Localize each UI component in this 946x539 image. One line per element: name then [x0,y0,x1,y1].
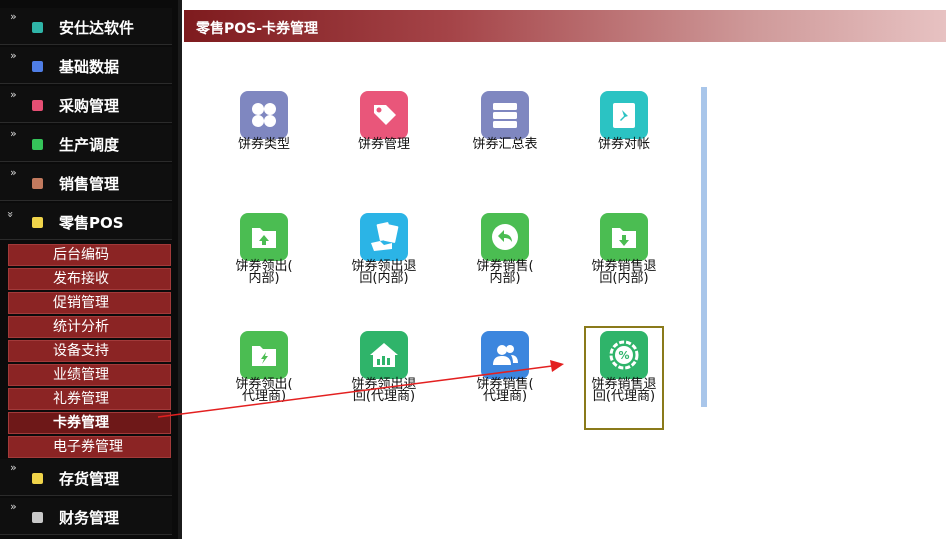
highlight-box [584,326,664,430]
pin-icon [600,91,648,139]
chevron-icon: » [10,10,17,23]
tile-sales-internal[interactable]: 饼券销售(内部) [460,213,550,289]
folder-upload-icon [240,213,288,261]
title-bar: 零售POS-卡券管理 [184,10,946,42]
module-basic-data[interactable]: » 基础数据 [0,47,172,84]
submenu-card-voucher[interactable]: 卡券管理 [8,412,171,434]
users-icon [481,331,529,379]
module-retail-pos[interactable]: » 零售POS [0,203,172,240]
module-production[interactable]: » 生产调度 [0,125,172,162]
submenu-gift-voucher[interactable]: 礼券管理 [8,388,171,410]
teal-square-icon [32,22,43,33]
module-label: 采购管理 [59,97,120,115]
module-label: 生产调度 [59,136,120,154]
module-label: 存货管理 [59,470,120,488]
submenu-backend-coding[interactable]: 后台编码 [8,244,171,266]
module-label: 零售POS [59,214,124,232]
tile-label: 饼券对帐 [597,137,650,152]
chevron-icon: » [10,88,17,101]
tile-voucher-management[interactable]: 饼券管理 [339,91,429,163]
chevron-icon: » [10,461,17,474]
server-stack-icon [481,91,529,139]
blue-square-icon [32,61,43,72]
yellow-square-icon [32,473,43,484]
brown-square-icon [32,178,43,189]
tile-label: 饼券领出(代理商) [235,377,293,404]
tile-label: 饼券销售退 回(内部) [591,259,657,286]
chevron-icon: » [10,166,17,179]
chevron-icon: » [10,49,17,62]
sidebar: » 安仕达软件 » 基础数据 » 采购管理 » 生产调度 » 销售管理 » 零售… [0,0,178,539]
green-square-icon [32,139,43,150]
submenu-promotion[interactable]: 促销管理 [8,292,171,314]
tile-label: 饼券销售(内部) [476,259,534,286]
tile-label: 饼券汇总表 [472,137,538,152]
vertical-divider [701,87,707,407]
tile-issue-agent[interactable]: 饼券领出(代理商) [219,331,309,407]
module-inventory[interactable]: » 存货管理 [0,459,172,496]
tile-label: 饼券领出退 回(代理商) [351,377,417,404]
chevron-icon: » [10,127,17,140]
chevron-down-icon: » [3,211,17,216]
module-anshida-software[interactable]: » 安仕达软件 [0,8,172,45]
tile-issue-return-agent[interactable]: 饼券领出退 回(代理商) [339,331,429,407]
tile-voucher-reconcile[interactable]: 饼券对帐 [579,91,669,163]
tile-sales-agent[interactable]: 饼券销售(代理商) [460,331,550,407]
yellow-square-icon [32,217,43,228]
tile-label: 饼券领出(内部) [235,259,293,286]
tile-issue-internal[interactable]: 饼券领出(内部) [219,213,309,289]
gray-square-icon [32,512,43,523]
module-label: 财务管理 [59,509,120,527]
page-title: 零售POS-卡券管理 [196,21,319,37]
module-label: 销售管理 [59,175,120,193]
submenu-device-support[interactable]: 设备支持 [8,340,171,362]
tile-voucher-summary[interactable]: 饼券汇总表 [460,91,550,163]
submenu-statistics[interactable]: 统计分析 [8,316,171,338]
house-chart-icon [360,331,408,379]
chevron-icon: » [10,500,17,513]
hand-cards-icon [360,213,408,261]
tile-voucher-type[interactable]: 饼券类型 [219,91,309,163]
pink-square-icon [32,100,43,111]
tile-label: 饼券销售(代理商) [476,377,534,404]
submenu-e-voucher[interactable]: 电子券管理 [8,436,171,458]
submenu-performance[interactable]: 业绩管理 [8,364,171,386]
module-purchasing[interactable]: » 采购管理 [0,86,172,123]
module-sales[interactable]: » 销售管理 [0,164,172,201]
return-arrow-icon [481,213,529,261]
tile-issue-return-internal[interactable]: 饼券领出退 回(内部) [339,213,429,289]
tag-icon [360,91,408,139]
module-label: 基础数据 [59,58,120,76]
tile-label: 饼券管理 [357,137,410,152]
folder-bolt-icon [240,331,288,379]
four-petal-icon [240,91,288,139]
folder-download-icon [600,213,648,261]
module-label: 安仕达软件 [59,19,135,37]
tile-label: 饼券领出退 回(内部) [351,259,417,286]
main-panel: 零售POS-卡券管理 饼券类型 饼券管理 饼券汇总表 饼券对帐 饼券领出(内部) [182,0,946,539]
submenu-publish-receive[interactable]: 发布接收 [8,268,171,290]
tile-sales-return-internal[interactable]: 饼券销售退 回(内部) [579,213,669,289]
tile-label: 饼券类型 [237,137,290,152]
module-finance[interactable]: » 财务管理 [0,498,172,535]
